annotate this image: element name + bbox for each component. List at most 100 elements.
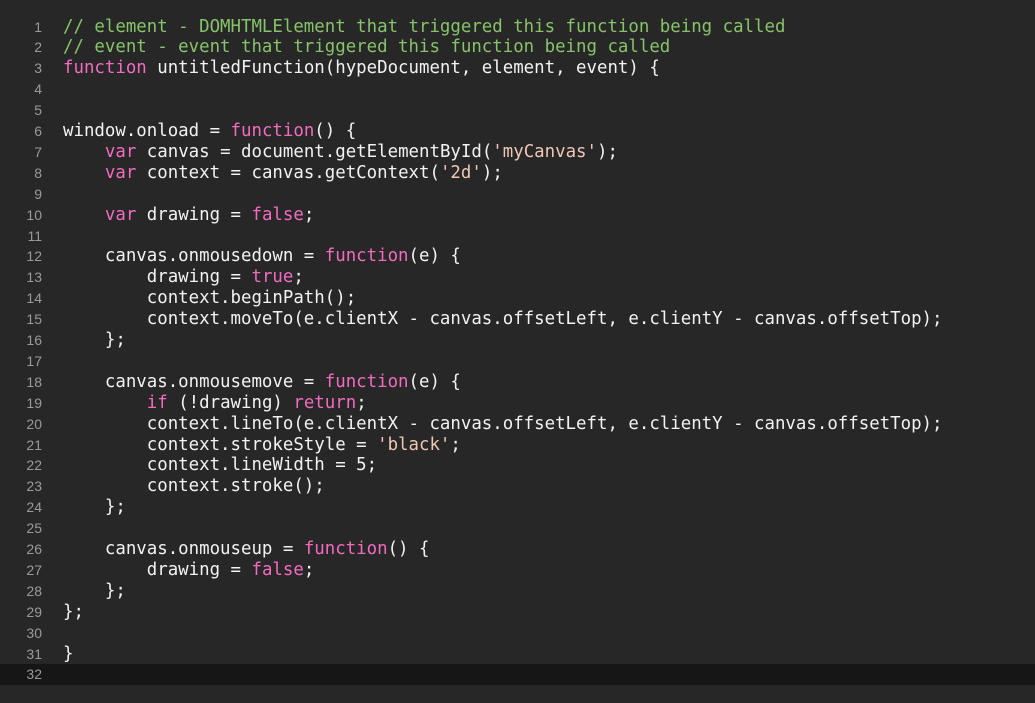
code-line[interactable]: 30 [0,623,1035,644]
line-code[interactable]: drawing = false; [63,560,315,581]
line-code[interactable]: }; [63,497,126,518]
line-code[interactable]: context.lineTo(e.clientX - canvas.offset… [63,414,943,435]
line-code[interactable]: canvas.onmousemove = function(e) { [63,372,461,393]
code-line[interactable]: 24 }; [0,497,1035,518]
line-number: 27 [26,561,42,578]
line-number: 18 [26,373,42,390]
plain-token: }; [63,330,126,350]
code-line[interactable]: 22 context.lineWidth = 5; [0,455,1035,476]
line-number: 25 [26,520,42,537]
code-line[interactable]: 4 [0,79,1035,100]
plain-token: canvas.onmouseup = [63,539,304,559]
code-line[interactable]: 1 // element - DOMHTMLElement that trigge… [0,17,1035,38]
code-line[interactable]: 18 canvas.onmousemove = function(e) { [0,372,1035,393]
code-line[interactable]: 3 function untitledFunction(hypeDocument,… [0,58,1035,79]
line-code[interactable]: context.lineWidth = 5; [63,455,377,476]
line-code[interactable]: var drawing = false; [63,205,314,226]
line-number: 2 [34,39,42,56]
line-number: 23 [26,478,42,495]
plain-token: untitledFunction(hypeDocument, element, … [146,58,660,79]
code-line[interactable]: 17 [0,351,1035,372]
line-code[interactable]: canvas.onmousedown = function(e) { [63,246,461,267]
plain-token: () { [314,121,357,141]
code-line[interactable]: 10 var drawing = false; [0,205,1035,226]
keyword-token: false [251,204,304,225]
plain-token: } [63,643,74,664]
code-line[interactable]: 12 canvas.onmousedown = function(e) { [0,246,1035,267]
code-line[interactable]: 32 [0,664,1035,686]
plain-token: context.lineWidth = 5; [63,455,378,476]
code-line[interactable]: 23 context.stroke(); [0,476,1035,497]
code-line[interactable]: 2 // event - event that triggered this fu… [0,37,1035,58]
keyword-token: var [104,162,137,183]
line-code[interactable]: context.moveTo(e.clientX - canvas.offset… [63,309,943,330]
plain-token: (e) { [408,371,461,392]
line-code[interactable]: } [63,644,73,665]
plain-token: canvas = document.getElementById( [136,141,493,162]
line-code[interactable]: drawing = true; [63,267,304,288]
plain-token: canvas.onmousedown = [63,246,325,267]
keyword-token: function [63,58,147,79]
code-line[interactable]: 9 [0,184,1035,205]
line-number: 19 [26,394,42,411]
code-editor[interactable]: 1 // element - DOMHTMLElement that trigge… [0,0,1035,703]
code-line[interactable]: 15 context.moveTo(e.clientX - canvas.off… [0,309,1035,330]
code-line[interactable]: 5 [0,100,1035,121]
plain-token: context = canvas.getContext( [136,162,440,183]
code-line[interactable]: 8 var context = canvas.getContext('2d'); [0,163,1035,184]
code-line[interactable]: 31} [0,644,1035,665]
string-token: 'black' [377,434,451,455]
line-code[interactable]: function untitledFunction(hypeDocument, … [63,58,660,79]
line-code[interactable]: // element - DOMHTMLElement that trigger… [63,17,785,38]
code-line[interactable]: 19 if (!drawing) return; [0,393,1035,414]
code-line[interactable]: 26 canvas.onmouseup = function() { [0,539,1035,560]
line-code[interactable]: context.strokeStyle = 'black'; [63,435,461,456]
code-line[interactable]: 7 var canvas = document.getElementById('… [0,142,1035,163]
code-line[interactable]: 13 drawing = true; [0,267,1035,288]
line-code[interactable]: if (!drawing) return; [63,393,367,414]
plain-token: () { [387,539,430,559]
string-token: 'myCanvas' [492,141,597,162]
line-number: 29 [26,603,42,620]
plain-token: context.stroke(); [63,476,325,497]
line-number: 15 [26,311,42,328]
code-line[interactable]: 14 context.beginPath(); [0,288,1035,309]
keyword-token: return [293,392,357,413]
line-code[interactable]: context.stroke(); [63,476,325,497]
line-number: 7 [34,143,42,160]
plain-token: }; [63,601,84,622]
code-line[interactable]: 16 }; [0,330,1035,351]
code-line[interactable]: 20 context.lineTo(e.clientX - canvas.off… [0,414,1035,435]
line-number: 24 [26,499,42,516]
line-code[interactable]: canvas.onmouseup = function() { [63,539,430,560]
line-code[interactable]: context.beginPath(); [63,288,356,309]
code-line[interactable]: 28 }; [0,581,1035,602]
plain-token: ; [303,204,315,225]
line-code[interactable]: var context = canvas.getContext('2d'); [63,163,503,184]
line-number: 6 [34,123,42,139]
line-number: 21 [26,436,42,453]
plain-token: drawing = [63,267,252,288]
line-number: 20 [26,415,42,432]
plain-token: context.strokeStyle = [63,434,378,455]
keyword-token: function [324,246,409,267]
code-line[interactable]: 11 [0,226,1035,247]
code-line[interactable]: 25 [0,518,1035,539]
line-code[interactable]: }; [63,602,84,623]
comment-token: // event - event that triggered this fun… [63,37,671,58]
code-line[interactable]: 29}; [0,602,1035,623]
line-code[interactable]: window.onload = function() { [63,121,356,142]
line-number: 16 [26,332,42,348]
line-number: 13 [26,269,42,286]
code-line[interactable]: 6 window.onload = function() { [0,121,1035,142]
keyword-token: var [104,141,137,162]
line-code[interactable]: }; [63,330,126,351]
line-code[interactable]: var canvas = document.getElementById('my… [63,142,618,163]
code-line[interactable]: 21 context.strokeStyle = 'black'; [0,435,1035,456]
line-code[interactable]: }; [63,581,126,602]
line-code[interactable]: // event - event that triggered this fun… [63,37,670,58]
code-line[interactable]: 27 drawing = false; [0,560,1035,581]
